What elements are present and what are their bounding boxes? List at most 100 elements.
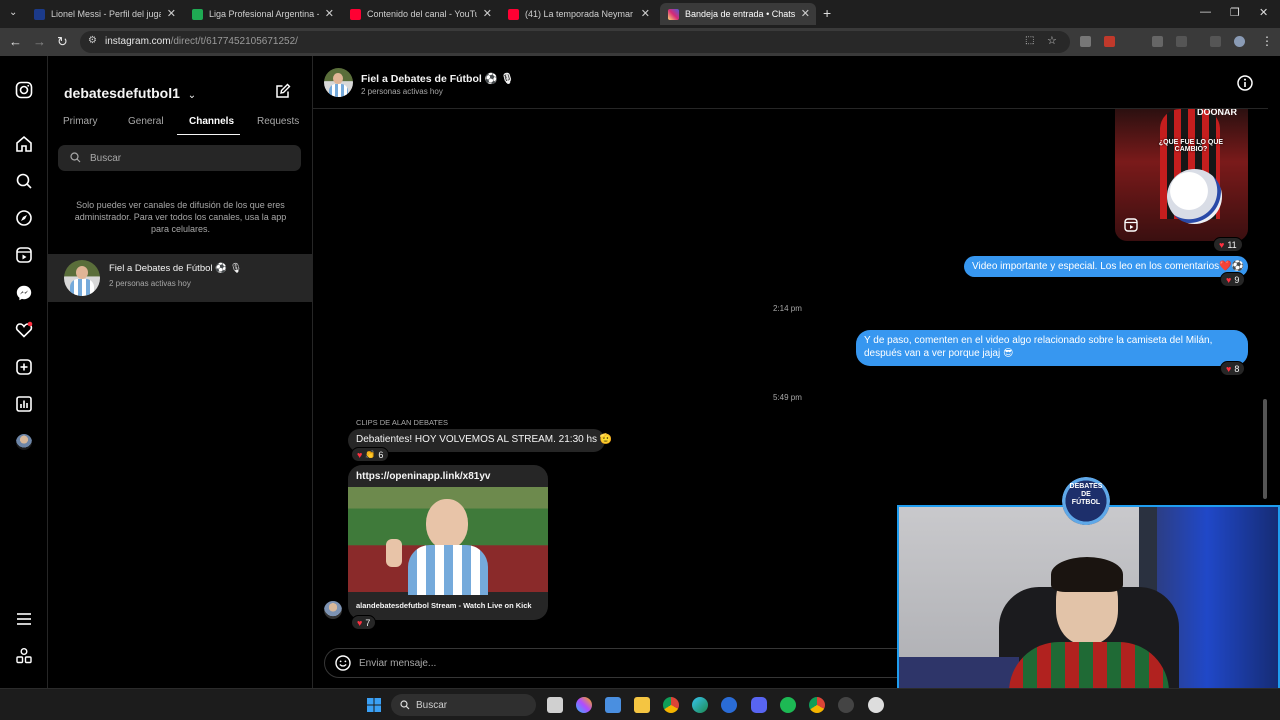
file-explorer-icon[interactable] xyxy=(634,697,650,713)
more-menu-icon[interactable] xyxy=(15,610,33,628)
chat-title[interactable]: Fiel a Debates de Fútbol ⚽ 🎙 xyxy=(361,72,514,85)
also-from-meta-icon[interactable] xyxy=(15,647,33,665)
sender-avatar[interactable] xyxy=(324,601,342,619)
sent-message-bubble[interactable]: Y de paso, comenten en el video algo rel… xyxy=(856,330,1248,366)
tab-primary[interactable]: Primary xyxy=(63,116,97,127)
grid-extension-icon[interactable] xyxy=(1152,36,1163,47)
url-text: instagram.com/direct/t/6177452105671252/ xyxy=(105,36,298,47)
browser-tab-messi[interactable]: Lionel Messi - Perfil del jugador ✕ xyxy=(26,3,182,25)
store-icon[interactable] xyxy=(605,697,621,713)
camera-extension-icon[interactable] xyxy=(1080,36,1091,47)
explore-compass-icon[interactable] xyxy=(15,209,33,227)
reaction-badge[interactable]: ♥ 9 xyxy=(1220,272,1246,287)
search-icon[interactable] xyxy=(15,172,33,190)
chrome-icon[interactable] xyxy=(663,697,679,713)
install-app-icon[interactable]: ⬚ xyxy=(1025,35,1034,46)
soccer-ball xyxy=(1167,169,1222,224)
active-tab-indicator xyxy=(177,134,240,135)
url-host: instagram.com xyxy=(105,36,171,47)
dashboard-chart-icon[interactable] xyxy=(15,395,33,413)
logo-line1: DEBATES xyxy=(1069,483,1103,490)
media-controls-icon[interactable] xyxy=(1210,36,1221,47)
reaction-badge[interactable]: ♥ 👏 6 xyxy=(351,447,390,462)
tab-channels[interactable]: Channels xyxy=(189,116,234,127)
message-text: Video importante y especial. Los leo en … xyxy=(972,261,1245,272)
tab-general[interactable]: General xyxy=(128,116,164,127)
new-tab-button[interactable]: + xyxy=(823,5,831,21)
channel-list-item[interactable]: Fiel a Debates de Fútbol ⚽ 🎙 2 personas … xyxy=(48,254,312,302)
app-icon[interactable] xyxy=(721,697,737,713)
emoji-picker-icon[interactable] xyxy=(335,655,351,671)
browser-toolbar: ← → ↻ ⚙ instagram.com/direct/t/617745210… xyxy=(0,28,1280,56)
browser-tab-youtube-neymar[interactable]: (41) La temporada Neymar gan ✕ xyxy=(500,3,656,25)
notifications-heart-icon[interactable] xyxy=(15,321,33,339)
reload-icon[interactable]: ↻ xyxy=(57,34,68,50)
site-info-icon[interactable]: ⚙ xyxy=(88,35,97,46)
profile-avatar-icon[interactable] xyxy=(1234,36,1245,47)
reels-icon[interactable] xyxy=(15,246,33,264)
link-url[interactable]: https://openinapp.link/x81yv xyxy=(356,471,490,482)
camera-app-icon[interactable] xyxy=(868,697,884,713)
edge-icon[interactable] xyxy=(692,697,708,713)
minimize-icon[interactable]: — xyxy=(1200,6,1211,18)
timestamp: 5:49 pm xyxy=(773,393,802,402)
youtube-favicon-icon xyxy=(350,8,361,20)
restore-icon[interactable]: ❐ xyxy=(1230,6,1240,19)
home-icon[interactable] xyxy=(15,135,33,153)
forward-icon[interactable]: → xyxy=(33,34,46,49)
close-window-icon[interactable]: ✕ xyxy=(1259,6,1268,19)
account-switcher[interactable]: debatesdefutbol1 ⌄ xyxy=(64,85,196,101)
address-bar[interactable]: ⚙ instagram.com/direct/t/617745210567125… xyxy=(80,31,1070,53)
reaction-count: 9 xyxy=(1234,274,1240,285)
message-text-line2: después van a ver porque jajaj 😎 xyxy=(864,348,1014,359)
channels-info-text: Solo puedes ver canales de difusión de l… xyxy=(74,200,287,234)
close-tab-icon[interactable]: ✕ xyxy=(641,7,650,20)
info-icon[interactable] xyxy=(1237,75,1253,91)
spotify-icon[interactable] xyxy=(780,697,796,713)
close-tab-icon[interactable]: ✕ xyxy=(167,7,176,20)
logo-line2: DE xyxy=(1081,491,1091,498)
bookmark-star-icon[interactable]: ☆ xyxy=(1047,34,1057,47)
clap-reaction-icon: 👏 xyxy=(365,450,376,459)
copilot-icon[interactable] xyxy=(576,697,592,713)
discord-icon[interactable] xyxy=(751,697,767,713)
messenger-icon[interactable] xyxy=(15,284,33,302)
reaction-badge[interactable]: ♥ 11 xyxy=(1213,237,1243,252)
tab-requests[interactable]: Requests xyxy=(257,116,299,127)
reaction-badge[interactable]: ♥ 7 xyxy=(351,615,377,630)
puzzle-extension-icon[interactable] xyxy=(1176,36,1187,47)
message-text-line1: Y de paso, comenten en el video algo rel… xyxy=(864,335,1213,346)
browser-menu-icon[interactable]: ⋮ xyxy=(1261,34,1273,48)
instagram-logo-icon[interactable] xyxy=(15,81,33,99)
reaction-badge[interactable]: ♥ 8 xyxy=(1220,361,1246,376)
close-tab-icon[interactable]: ✕ xyxy=(483,7,492,20)
chat-avatar[interactable] xyxy=(324,68,353,97)
search-input[interactable]: Buscar xyxy=(58,145,301,171)
taskbar-search[interactable]: Buscar xyxy=(391,694,536,716)
reel-thumbnail[interactable]: DOONAR ¿QUE FUE LO QUE CAMBIÓ? xyxy=(1115,109,1248,241)
task-view-icon[interactable] xyxy=(547,697,563,713)
back-icon[interactable]: ← xyxy=(9,34,22,49)
tab-search-chevron-icon[interactable]: ⌄ xyxy=(9,7,17,18)
windows-start-icon[interactable] xyxy=(366,697,382,713)
instagram-favicon-icon xyxy=(668,8,679,20)
tab-title: Liga Profesional Argentina - PLAT xyxy=(209,9,319,19)
red-extension-icon[interactable] xyxy=(1104,36,1115,47)
tab-title: Lionel Messi - Perfil del jugador xyxy=(51,9,161,19)
chat-scrollbar[interactable] xyxy=(1263,399,1267,499)
create-plus-icon[interactable] xyxy=(15,358,33,376)
new-message-icon[interactable] xyxy=(275,83,291,99)
browser-tab-youtube-studio[interactable]: Contenido del canal - YouTube ✕ xyxy=(342,3,498,25)
browser-tab-liga[interactable]: Liga Profesional Argentina - PLAT ✕ xyxy=(184,3,340,25)
youtube-favicon-icon xyxy=(508,8,519,20)
chrome-active-icon[interactable] xyxy=(809,697,825,713)
close-tab-icon[interactable]: ✕ xyxy=(325,7,334,20)
obs-icon[interactable] xyxy=(838,697,854,713)
reels-icon xyxy=(1124,218,1138,232)
sent-message-bubble[interactable]: Video importante y especial. Los leo en … xyxy=(964,256,1248,277)
link-preview-card[interactable]: https://openinapp.link/x81yv alandebates… xyxy=(348,465,548,620)
profile-avatar[interactable] xyxy=(16,434,32,450)
browser-tab-instagram[interactable]: Bandeja de entrada • Chats ✕ xyxy=(660,3,816,25)
heart-reaction-icon: ♥ xyxy=(1219,239,1225,250)
close-tab-icon[interactable]: ✕ xyxy=(801,7,810,20)
